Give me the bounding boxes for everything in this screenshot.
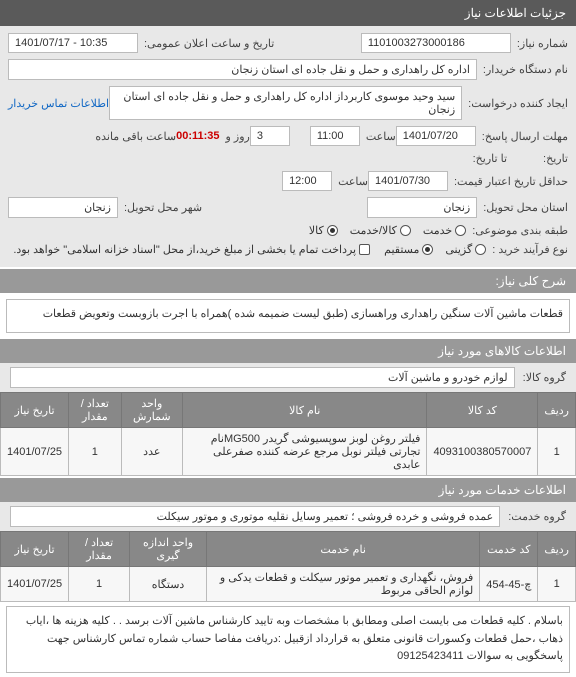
treasury-note-checkbox[interactable]: پرداخت تمام یا بخشی از مبلغ خرید،از محل … bbox=[13, 243, 370, 256]
svc-col-unit: واحد اندازه گیری bbox=[130, 532, 207, 567]
announce-dt-label: تاریخ و ساعت اعلان عمومی: bbox=[138, 37, 274, 50]
cell-code: 4093100380570007 bbox=[427, 428, 538, 476]
services-group-value: عمده فروشی و خرده فروشی ؛ تعمیر وسایل نق… bbox=[10, 506, 500, 527]
city-field: زنجان bbox=[8, 197, 118, 218]
goods-col-unit: واحد شمارش bbox=[121, 393, 182, 428]
cell-name: فیلتر روغن لوبز سوپسیوشی گریدر MG500نام … bbox=[182, 428, 426, 476]
buy-process-radio-group: گزینی مستقیم bbox=[384, 243, 486, 256]
goods-col-idx: ردیف bbox=[538, 393, 576, 428]
cell-name: فروش، نگهداری و تعمیر موتور سیکلت و قطعا… bbox=[206, 567, 479, 602]
reply-time-field: 11:00 bbox=[310, 126, 360, 146]
validity-time-field: 12:00 bbox=[282, 171, 332, 191]
validity-date-field: 1401/07/30 bbox=[368, 171, 448, 191]
svc-col-name: نام خدمت bbox=[206, 532, 479, 567]
footnote-text: باسلام . کلیه قطعات می بایست اصلی ومطابق… bbox=[6, 606, 570, 673]
form-area: شماره نیاز: 1101003273000186 تاریخ و ساع… bbox=[0, 26, 576, 267]
goods-group-value: لوازم خودرو و ماشین آلات bbox=[10, 367, 515, 388]
table-row[interactable]: 1 4093100380570007 فیلتر روغن لوبز سوپسی… bbox=[1, 428, 576, 476]
table-row[interactable]: 1 چ-45-454 فروش، نگهداری و تعمیر موتور س… bbox=[1, 567, 576, 602]
radio-icon bbox=[422, 244, 433, 255]
province-label: استان محل تحویل: bbox=[477, 201, 568, 214]
announce-dt-field: 1401/07/17 - 10:35 bbox=[8, 33, 138, 53]
goods-col-name: نام کالا bbox=[182, 393, 426, 428]
radio-icon bbox=[400, 225, 411, 236]
svc-col-idx: ردیف bbox=[538, 532, 576, 567]
validity-time-label: ساعت bbox=[332, 175, 368, 188]
buy-option-label: مستقیم bbox=[384, 243, 419, 256]
goods-col-qty: تعداد / مقدار bbox=[69, 393, 122, 428]
services-table: ردیف کد خدمت نام خدمت واحد اندازه گیری ت… bbox=[0, 531, 576, 602]
from-date-label: تاریخ: bbox=[537, 152, 568, 165]
validity-label: حداقل تاریخ اعتبار قیمت: bbox=[448, 175, 568, 188]
goods-table: ردیف کد کالا نام کالا واحد شمارش تعداد /… bbox=[0, 392, 576, 476]
province-field: زنجان bbox=[367, 197, 477, 218]
buy-option-direct[interactable]: مستقیم bbox=[384, 243, 433, 256]
cell-qty: 1 bbox=[69, 567, 130, 602]
topic-option-service[interactable]: خدمت bbox=[423, 224, 466, 237]
requester-field: سید وحید موسوی کاربرداز اداره کل راهداری… bbox=[109, 86, 462, 120]
topic-option-goods[interactable]: کالا bbox=[309, 224, 338, 237]
need-desc-text: قطعات ماشین آلات سنگین راهداری وراهسازی … bbox=[6, 299, 570, 333]
city-label: شهر محل تحویل: bbox=[118, 201, 202, 214]
goods-col-code: کد کالا bbox=[427, 393, 538, 428]
reply-days-label: روز و bbox=[220, 130, 250, 143]
need-number-label: شماره نیاز: bbox=[511, 37, 568, 50]
services-group-label: گروه خدمت: bbox=[508, 510, 566, 523]
buy-option-selective[interactable]: گزینی bbox=[445, 243, 486, 256]
topic-option-label: خدمت bbox=[423, 224, 452, 237]
reply-days-field: 3 bbox=[250, 126, 290, 146]
buyer-contact-link[interactable]: اطلاعات تماس خریدار bbox=[8, 97, 109, 110]
buyer-org-label: نام دستگاه خریدار: bbox=[477, 63, 568, 76]
topic-radio-group: خدمت کالا/خدمت کالا bbox=[309, 224, 466, 237]
reply-time-label: ساعت bbox=[360, 130, 396, 143]
requester-label: ایجاد کننده درخواست: bbox=[462, 97, 568, 110]
svc-col-date: تاریخ نیاز bbox=[1, 532, 69, 567]
services-header: اطلاعات خدمات مورد نیاز bbox=[0, 478, 576, 502]
goods-col-date: تاریخ نیاز bbox=[1, 393, 69, 428]
cell-code: چ-45-454 bbox=[480, 567, 538, 602]
radio-icon bbox=[475, 244, 486, 255]
cell-idx: 1 bbox=[538, 428, 576, 476]
cell-qty: 1 bbox=[69, 428, 122, 476]
reply-deadline-label: مهلت ارسال پاسخ: bbox=[476, 130, 568, 143]
buy-process-label: نوع فرآیند خرید : bbox=[486, 243, 568, 256]
topic-option-label: کالا/خدمت bbox=[350, 224, 397, 237]
checkbox-icon bbox=[359, 244, 370, 255]
remain-label: ساعت باقی مانده bbox=[89, 130, 176, 143]
countdown-timer: 00:11:35 bbox=[176, 130, 219, 142]
svc-col-qty: تعداد / مقدار bbox=[69, 532, 130, 567]
goods-group-label: گروه کالا: bbox=[523, 371, 566, 384]
cell-unit: دستگاه bbox=[130, 567, 207, 602]
topic-option-both[interactable]: کالا/خدمت bbox=[350, 224, 411, 237]
cell-date: 1401/07/25 bbox=[1, 567, 69, 602]
cell-idx: 1 bbox=[538, 567, 576, 602]
treasury-note-label: پرداخت تمام یا بخشی از مبلغ خرید،از محل … bbox=[13, 243, 356, 256]
reply-date-field: 1401/07/20 bbox=[396, 126, 476, 146]
cell-date: 1401/07/25 bbox=[1, 428, 69, 476]
svc-col-code: کد خدمت bbox=[480, 532, 538, 567]
page-title: جزئیات اطلاعات نیاز bbox=[0, 0, 576, 26]
goods-header: اطلاعات کالاهای مورد نیاز bbox=[0, 339, 576, 363]
radio-icon bbox=[455, 225, 466, 236]
buyer-org-field: اداره کل راهداری و حمل و نقل جاده ای است… bbox=[8, 59, 477, 80]
topic-label: طبقه بندی موضوعی: bbox=[466, 224, 568, 237]
topic-option-label: کالا bbox=[309, 224, 324, 237]
need-desc-header: شرح کلی نیاز: bbox=[0, 269, 576, 293]
to-date-label: تا تاریخ: bbox=[467, 152, 507, 165]
buy-option-label: گزینی bbox=[445, 243, 472, 256]
cell-unit: عدد bbox=[121, 428, 182, 476]
need-number-field: 1101003273000186 bbox=[361, 33, 511, 53]
radio-icon bbox=[327, 225, 338, 236]
